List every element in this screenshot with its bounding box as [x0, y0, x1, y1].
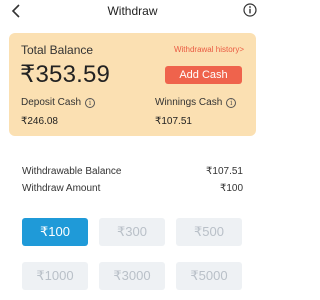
amount-option-500[interactable]: ₹500	[176, 218, 242, 246]
info-button[interactable]	[243, 3, 257, 17]
total-balance-amount: ₹353.59	[20, 61, 111, 88]
winnings-cash-amount: ₹107.51	[155, 116, 192, 127]
deposit-cash-label: Deposit Cash	[21, 97, 82, 108]
amount-option-1000[interactable]: ₹1000	[22, 262, 88, 290]
deposit-cash-amount: ₹246.08	[21, 116, 58, 127]
amount-option-100[interactable]: ₹100	[22, 218, 88, 246]
deposit-cash-label-group: Deposit Cash i	[21, 97, 96, 108]
info-icon	[243, 3, 257, 17]
balance-card: Total Balance ₹353.59 Withdrawal history…	[9, 33, 256, 136]
total-balance-label: Total Balance	[21, 43, 94, 57]
add-cash-button[interactable]: Add Cash	[165, 66, 242, 84]
withdraw-amount-row: Withdraw Amount ₹100	[22, 183, 243, 194]
withdrawable-balance-row: Withdrawable Balance ₹107.51	[22, 166, 243, 177]
amount-option-300[interactable]: ₹300	[99, 218, 165, 246]
withdraw-amount-value: ₹100	[219, 183, 243, 194]
withdrawable-balance-label: Withdrawable Balance	[22, 166, 122, 177]
amount-option-3000[interactable]: ₹3000	[99, 262, 165, 290]
amount-option-5000[interactable]: ₹5000	[176, 262, 242, 290]
header-bar: Withdraw	[0, 0, 265, 24]
winnings-info-icon[interactable]: i	[226, 97, 237, 108]
withdrawal-history-link[interactable]: Withdrawal history>	[174, 45, 244, 54]
page-title: Withdraw	[107, 4, 158, 18]
withdraw-amount-label: Withdraw Amount	[22, 183, 101, 194]
winnings-cash-label: Winnings Cash	[155, 97, 223, 108]
withdraw-screen: Withdraw Total Balance ₹353.59 Withdrawa…	[0, 0, 265, 300]
withdrawable-balance-value: ₹107.51	[206, 166, 243, 177]
winnings-cash-label-group: Winnings Cash i	[155, 97, 237, 108]
deposit-info-icon[interactable]: i	[85, 97, 96, 108]
